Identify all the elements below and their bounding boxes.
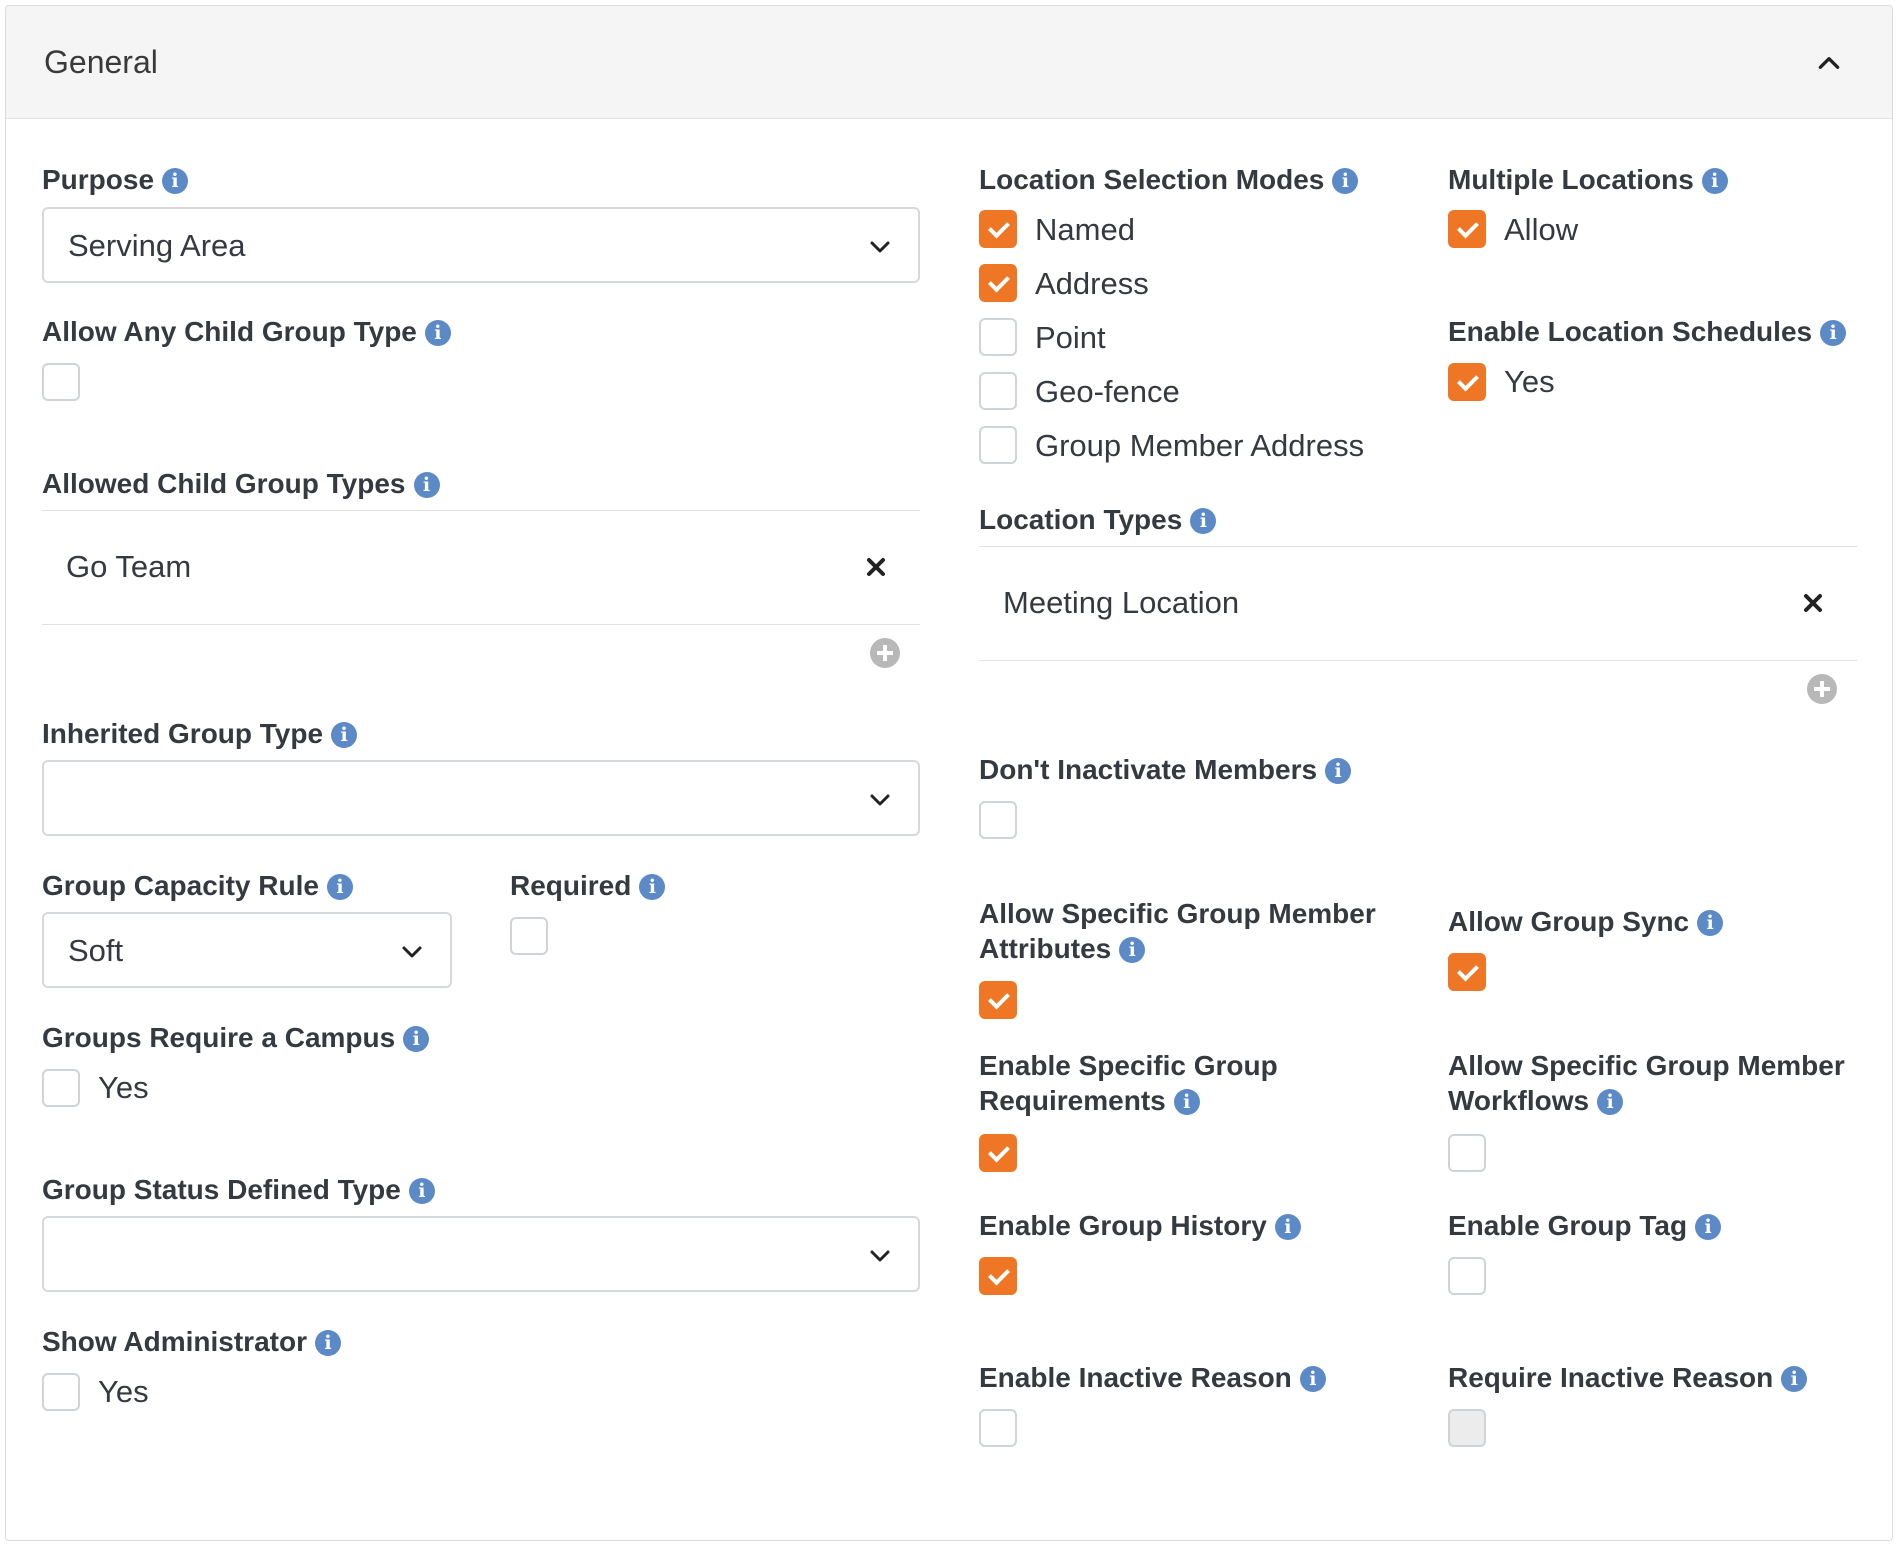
allow-group-sync-checkbox[interactable] — [1448, 953, 1486, 991]
info-icon[interactable]: i — [314, 1330, 341, 1356]
enable-specific-requirements-checkbox[interactable] — [979, 1134, 1017, 1172]
info-icon[interactable]: i — [1190, 508, 1217, 534]
multiple-locations-option[interactable]: Allow — [1504, 212, 1578, 248]
show-administrator-option[interactable]: Yes — [98, 1374, 149, 1410]
require-inactive-reason-checkbox[interactable] — [1448, 1409, 1486, 1447]
location-selection-modes-label: Location Selection Modes i — [979, 162, 1359, 197]
info-icon[interactable]: i — [1332, 168, 1359, 194]
enable-group-history-label: Enable Group History i — [979, 1208, 1301, 1243]
purpose-label: Purpose i — [42, 162, 189, 197]
location-mode-named-checkbox[interactable] — [979, 210, 1017, 248]
info-icon[interactable]: i — [408, 1178, 435, 1204]
group-capacity-rule-select[interactable]: Soft — [42, 912, 452, 988]
enable-group-tag-checkbox[interactable] — [1448, 1257, 1486, 1295]
multiple-locations-label: Multiple Locations i — [1448, 162, 1728, 197]
enable-specific-requirements-label: Enable Specific Group Requirements i — [979, 1050, 1278, 1116]
info-icon[interactable]: i — [1820, 320, 1847, 346]
info-icon[interactable]: i — [639, 874, 666, 900]
show-administrator-label: Show Administrator i — [42, 1324, 341, 1359]
allow-group-sync-label: Allow Group Sync i — [1448, 904, 1724, 939]
inherited-group-type-select[interactable] — [42, 760, 920, 836]
dont-inactivate-members-checkbox[interactable] — [979, 801, 1017, 839]
require-inactive-reason-label: Require Inactive Reason i — [1448, 1360, 1808, 1395]
allowed-child-types-label: Allowed Child Group Types i — [42, 466, 440, 501]
chevron-down-icon — [870, 1250, 890, 1262]
allow-specific-member-attributes-label: Allow Specific Group Member Attributes i — [979, 898, 1376, 964]
groups-require-campus-checkbox[interactable] — [42, 1069, 80, 1107]
info-icon[interactable]: i — [1701, 168, 1728, 194]
enable-inactive-reason-checkbox[interactable] — [979, 1409, 1017, 1447]
enable-group-tag-label: Enable Group Tag i — [1448, 1208, 1722, 1243]
allow-any-child-checkbox[interactable] — [42, 363, 80, 401]
location-types-label: Location Types i — [979, 502, 1217, 537]
info-icon[interactable]: i — [413, 472, 440, 498]
groups-require-campus-option[interactable]: Yes — [98, 1070, 149, 1106]
inherited-group-type-label: Inherited Group Type i — [42, 716, 358, 751]
enable-location-schedules-label: Enable Location Schedules i — [1448, 314, 1847, 349]
info-icon[interactable]: i — [1597, 1089, 1624, 1115]
close-icon[interactable] — [866, 557, 886, 577]
required-checkbox[interactable] — [510, 917, 548, 955]
info-icon[interactable]: i — [1119, 937, 1146, 963]
info-icon[interactable]: i — [326, 874, 353, 900]
show-administrator-checkbox[interactable] — [42, 1373, 80, 1411]
enable-location-schedules-option[interactable]: Yes — [1504, 364, 1555, 400]
dont-inactivate-members-label: Don't Inactivate Members i — [979, 752, 1352, 787]
groups-require-campus-label: Groups Require a Campus i — [42, 1020, 430, 1055]
location-mode-address-label[interactable]: Address — [1035, 266, 1149, 302]
panel-title: General — [44, 44, 158, 80]
group-status-defined-type-label: Group Status Defined Type i — [42, 1172, 435, 1207]
allowed-child-type-item: Go Team — [66, 549, 192, 584]
info-icon[interactable]: i — [162, 168, 189, 194]
required-label: Required i — [510, 868, 666, 903]
group-capacity-rule-value: Soft — [68, 933, 124, 968]
enable-group-history-checkbox[interactable] — [979, 1257, 1017, 1295]
purpose-value: Serving Area — [68, 228, 246, 263]
group-capacity-rule-label: Group Capacity Rule i — [42, 868, 353, 903]
allow-specific-member-workflows-checkbox[interactable] — [1448, 1134, 1486, 1172]
info-icon[interactable]: i — [1325, 758, 1352, 784]
close-icon[interactable] — [1803, 593, 1823, 613]
chevron-down-icon — [402, 946, 422, 958]
info-icon[interactable]: i — [1173, 1089, 1200, 1115]
info-icon[interactable]: i — [1781, 1366, 1808, 1392]
allow-specific-member-attributes-checkbox[interactable] — [979, 981, 1017, 1019]
location-type-row: Meeting Location — [979, 546, 1857, 661]
panel-header[interactable]: General — [6, 6, 1892, 119]
location-mode-point-checkbox[interactable] — [979, 318, 1017, 356]
chevron-up-icon[interactable] — [1816, 50, 1842, 76]
info-icon[interactable]: i — [403, 1026, 430, 1052]
multiple-locations-checkbox[interactable] — [1448, 210, 1486, 248]
location-mode-address-checkbox[interactable] — [979, 264, 1017, 302]
info-icon[interactable]: i — [424, 320, 451, 346]
enable-location-schedules-checkbox[interactable] — [1448, 363, 1486, 401]
group-status-defined-type-select[interactable] — [42, 1216, 920, 1292]
purpose-select[interactable]: Serving Area — [42, 207, 920, 283]
location-mode-named-label[interactable]: Named — [1035, 212, 1135, 248]
info-icon[interactable]: i — [1274, 1214, 1301, 1240]
add-circle-icon[interactable] — [870, 638, 900, 668]
location-mode-member-address-label[interactable]: Group Member Address — [1035, 428, 1364, 464]
info-icon[interactable]: i — [1697, 910, 1724, 936]
info-icon[interactable]: i — [1299, 1366, 1326, 1392]
allowed-child-type-row: Go Team — [42, 510, 920, 625]
location-mode-member-address-checkbox[interactable] — [979, 426, 1017, 464]
location-mode-point-label[interactable]: Point — [1035, 320, 1106, 356]
enable-inactive-reason-label: Enable Inactive Reason i — [979, 1360, 1326, 1395]
add-circle-icon[interactable] — [1807, 674, 1837, 704]
location-mode-geofence-label[interactable]: Geo-fence — [1035, 374, 1180, 410]
chevron-down-icon — [870, 794, 890, 806]
info-icon[interactable]: i — [1695, 1214, 1722, 1240]
chevron-down-icon — [870, 241, 890, 253]
info-icon[interactable]: i — [331, 722, 358, 748]
allow-specific-member-workflows-label: Allow Specific Group Member Workflows i — [1448, 1050, 1845, 1116]
allow-any-child-label: Allow Any Child Group Type i — [42, 314, 451, 349]
location-type-item: Meeting Location — [1003, 585, 1240, 620]
location-mode-geofence-checkbox[interactable] — [979, 372, 1017, 410]
